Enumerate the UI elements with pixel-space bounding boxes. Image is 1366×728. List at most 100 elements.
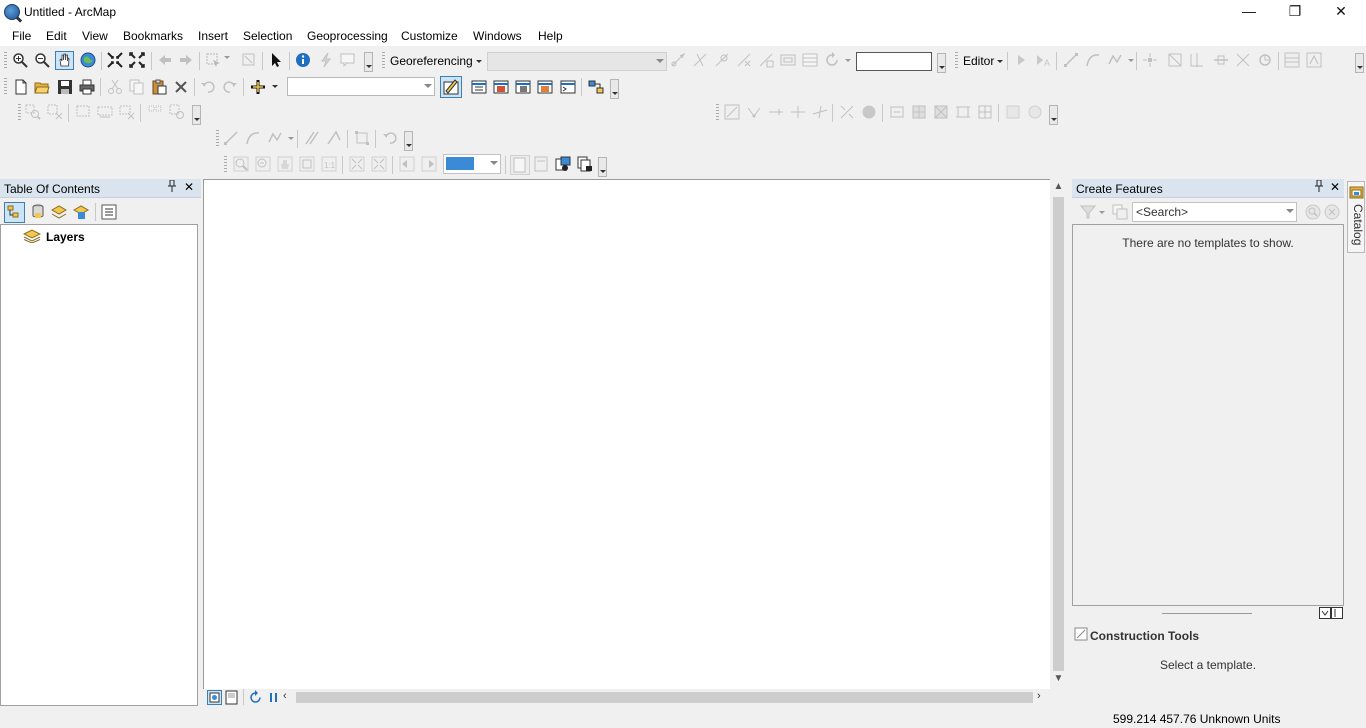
list-by-drawing-order-icon[interactable]: [4, 202, 25, 223]
straight-segment-icon[interactable]: [1063, 52, 1079, 68]
toolbar-grip[interactable]: [224, 156, 227, 174]
clear-selection-icon[interactable]: [241, 52, 257, 68]
change-layout-icon[interactable]: [555, 156, 571, 172]
zoom-whole-page-icon[interactable]: [299, 156, 315, 172]
python-window-icon[interactable]: [560, 79, 576, 95]
redo-icon[interactable]: [222, 79, 238, 95]
georeferencing-dropdown[interactable]: Georeferencing: [390, 54, 482, 68]
menu-windows[interactable]: Windows: [473, 29, 522, 43]
toc-options-icon[interactable]: [101, 204, 117, 220]
create-features-close-button[interactable]: ✕: [1328, 180, 1342, 194]
end-point-arc-icon[interactable]: [1085, 52, 1101, 68]
map-vertical-scrollbar[interactable]: ▲ ▼: [1050, 179, 1067, 690]
layout-pan-icon[interactable]: [277, 156, 293, 172]
minimize-button[interactable]: —: [1226, 0, 1272, 24]
toolbar-overflow-button[interactable]: [1355, 53, 1364, 73]
focus-data-frame-icon[interactable]: [533, 156, 549, 172]
auto-adjust-icon[interactable]: [780, 52, 796, 68]
template-search-input[interactable]: <Search>: [1132, 202, 1297, 222]
scroll-left-icon[interactable]: ‹: [283, 690, 287, 702]
menu-file[interactable]: File: [12, 29, 31, 43]
map-scale-combo[interactable]: [287, 77, 435, 96]
rotate-feature-icon[interactable]: [1235, 52, 1251, 68]
edit-tool-icon[interactable]: [1013, 52, 1029, 68]
align-edge-icon[interactable]: [790, 104, 806, 120]
scroll-up-icon[interactable]: ▲: [1053, 181, 1064, 195]
extend-icon[interactable]: [267, 130, 283, 146]
menu-edit[interactable]: Edit: [46, 29, 67, 43]
validate-topology-icon[interactable]: [839, 104, 855, 120]
catalog-side-tab[interactable]: Catalog: [1347, 181, 1365, 253]
zoom-in-icon[interactable]: [12, 52, 28, 68]
list-by-visibility-icon[interactable]: [51, 204, 67, 220]
sketch-properties-icon[interactable]: [1257, 52, 1273, 68]
layout-zoom-in-icon[interactable]: [233, 156, 249, 172]
planarize-lines-icon[interactable]: [911, 104, 927, 120]
view-link-table-icon[interactable]: [802, 52, 818, 68]
search-icon[interactable]: [1305, 204, 1321, 220]
data-driven-pages-icon[interactable]: [577, 156, 593, 172]
toolbar-grip[interactable]: [216, 130, 219, 148]
toc-close-button[interactable]: ✕: [182, 180, 196, 194]
construct-features-icon[interactable]: [889, 104, 905, 120]
layout-zoom-out-icon[interactable]: [255, 156, 271, 172]
clear-search-icon[interactable]: [1324, 204, 1340, 220]
toolbar-overflow-button[interactable]: [192, 105, 201, 125]
delete-link-icon[interactable]: [736, 52, 752, 68]
chevron-down-icon[interactable]: [272, 85, 278, 88]
pause-drawing-icon[interactable]: [266, 690, 281, 705]
menu-bookmarks[interactable]: Bookmarks: [123, 29, 183, 43]
search-window-icon[interactable]: [537, 79, 553, 95]
select-by-line-icon[interactable]: [147, 104, 163, 120]
layout-back-extent-icon[interactable]: [399, 156, 415, 172]
modify-edge-icon[interactable]: [746, 104, 762, 120]
catalog-window-icon[interactable]: [515, 79, 531, 95]
toolbar-grip[interactable]: [955, 52, 958, 70]
list-by-selection-icon[interactable]: [73, 204, 89, 220]
topology-sphere-icon[interactable]: [861, 104, 877, 120]
pin-icon[interactable]: [1312, 179, 1326, 195]
select-link-icon[interactable]: [692, 52, 708, 68]
add-control-points-icon[interactable]: [670, 52, 686, 68]
layout-zoom-combo[interactable]: [443, 154, 501, 174]
fix-topology-error-icon[interactable]: [955, 104, 971, 120]
clear-selected-icon[interactable]: [47, 104, 63, 120]
refresh-icon[interactable]: [248, 690, 263, 705]
go-back-extent-icon[interactable]: [157, 52, 173, 68]
delete-icon[interactable]: [173, 79, 189, 95]
copy-icon[interactable]: [129, 79, 145, 95]
menu-selection[interactable]: Selection: [243, 29, 292, 43]
scale-input[interactable]: [856, 52, 932, 71]
hyperlink-icon[interactable]: [318, 52, 334, 68]
toolbar-overflow-button[interactable]: [610, 79, 619, 99]
arctoolbox-window-icon[interactable]: [493, 79, 509, 95]
undo-icon[interactable]: [200, 79, 216, 95]
trim-icon[interactable]: [304, 130, 320, 146]
layout-view-icon[interactable]: [224, 690, 239, 705]
panel-toggle-icon[interactable]: [1319, 607, 1343, 619]
fixed-zoom-in-icon[interactable]: [107, 52, 123, 68]
split-tool-icon[interactable]: [1213, 52, 1229, 68]
create-features-window-icon[interactable]: [1306, 52, 1322, 68]
topology-rules-icon[interactable]: [1027, 104, 1043, 120]
open-folder-icon[interactable]: [34, 79, 50, 95]
data-view-icon[interactable]: [207, 690, 222, 705]
menu-view[interactable]: View: [82, 29, 108, 43]
fillet-icon[interactable]: [245, 130, 261, 146]
toolbar-overflow-button[interactable]: [598, 157, 607, 177]
reshape-feature-icon[interactable]: [1167, 52, 1183, 68]
toggle-draft-mode-icon[interactable]: [510, 155, 530, 175]
full-extent-icon[interactable]: [80, 52, 96, 68]
reshape-edge-icon[interactable]: [768, 104, 784, 120]
table-of-contents-window-icon[interactable]: [471, 79, 487, 95]
topology-error-inspector-icon[interactable]: [933, 104, 949, 120]
trace-icon[interactable]: [1107, 52, 1123, 68]
viewer-icon[interactable]: [758, 52, 774, 68]
error-inspector-icon[interactable]: [1005, 104, 1021, 120]
html-popup-icon[interactable]: [340, 52, 356, 68]
list-by-source-icon[interactable]: [30, 204, 46, 220]
select-by-circle-icon[interactable]: [169, 104, 185, 120]
zoom-100-percent-icon[interactable]: 1:1: [321, 156, 337, 172]
editor-dropdown[interactable]: Editor: [963, 54, 1003, 68]
line-intersection-icon[interactable]: [326, 130, 342, 146]
